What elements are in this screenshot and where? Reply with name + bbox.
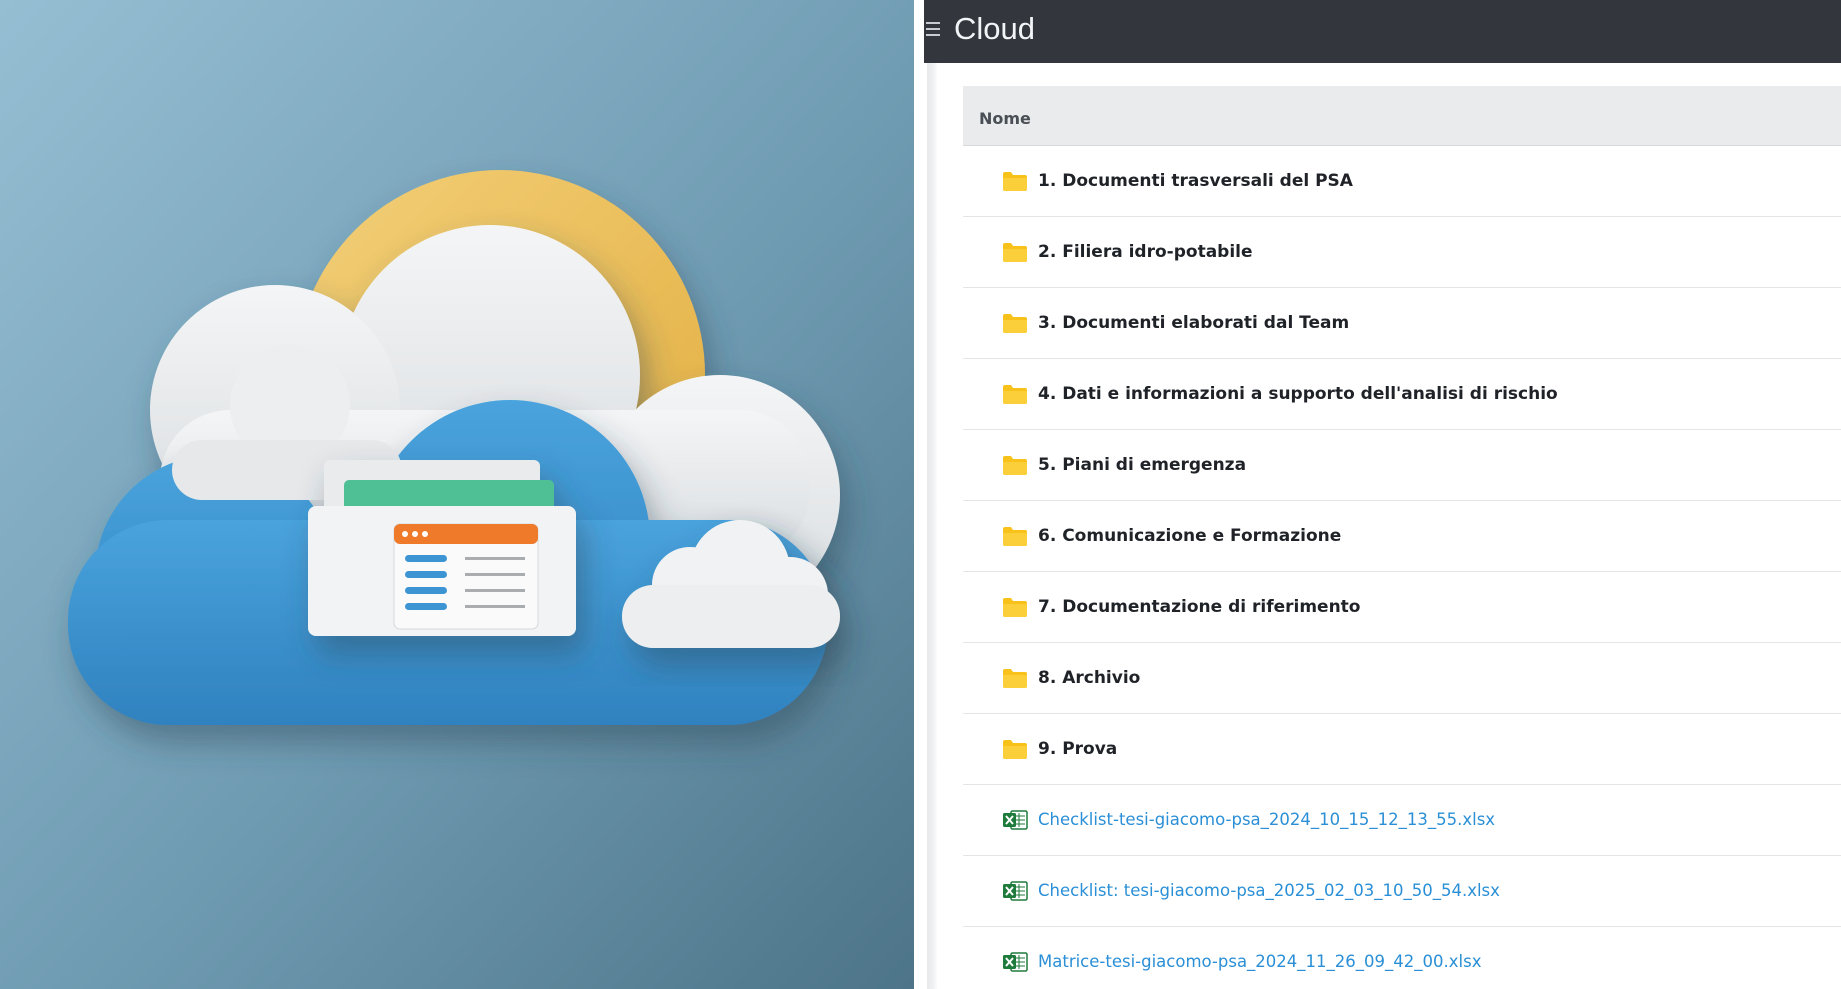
folder-name: 1. Documenti trasversali del PSA <box>1038 171 1353 191</box>
folder-name: 7. Documentazione di riferimento <box>1038 597 1361 617</box>
top-bar: Cloud <box>924 0 1841 63</box>
folder-name: 4. Dati e informazioni a supporto dell'a… <box>1038 384 1558 404</box>
table-row-folder[interactable]: 3. Documenti elaborati dal Team <box>963 288 1841 359</box>
folder-icon <box>1003 527 1027 546</box>
table-row-folder[interactable]: 2. Filiera idro-potabile <box>963 217 1841 288</box>
table-row-folder[interactable]: 9. Prova <box>963 714 1841 785</box>
folder-name: 9. Prova <box>1038 739 1118 759</box>
panel-divider <box>914 0 924 989</box>
table-row-file[interactable]: Checklist: tesi-giacomo-psa_2025_02_03_1… <box>963 856 1841 927</box>
folder-icon <box>1003 456 1027 475</box>
table-row-folder[interactable]: 5. Piani di emergenza <box>963 430 1841 501</box>
page-title: Cloud <box>954 11 1035 46</box>
folder-name: 6. Comunicazione e Formazione <box>1038 526 1342 546</box>
folder-icon <box>1003 669 1027 688</box>
file-name-link[interactable]: Checklist: tesi-giacomo-psa_2025_02_03_1… <box>1038 880 1500 902</box>
table-row-folder[interactable]: 7. Documentazione di riferimento <box>963 572 1841 643</box>
folder-name: 5. Piani di emergenza <box>1038 455 1247 475</box>
table-header: Nome <box>963 86 1841 146</box>
folder-icon <box>1003 172 1027 191</box>
cloud-storage-illustration <box>0 0 914 989</box>
file-table: Nome 1. Documenti trasversali del PSA 2.… <box>963 86 1841 989</box>
file-name-link[interactable]: Matrice-tesi-giacomo-psa_2024_11_26_09_4… <box>1038 951 1482 973</box>
folder-icon <box>1003 243 1027 262</box>
cloud-illustration-svg <box>0 0 914 989</box>
file-browser-panel: Cloud Nome 1. Documenti trasversali del … <box>924 0 1841 989</box>
folder-icon <box>1003 314 1027 333</box>
folder-icon <box>1003 598 1027 617</box>
column-header-name[interactable]: Nome <box>979 109 1031 128</box>
table-row-file[interactable]: Matrice-tesi-giacomo-psa_2024_11_26_09_4… <box>963 927 1841 989</box>
table-row-file[interactable]: Checklist-tesi-giacomo-psa_2024_10_15_12… <box>963 785 1841 856</box>
folder-icon <box>1003 740 1027 759</box>
hamburger-menu-icon[interactable] <box>926 22 940 38</box>
folder-document-icon <box>308 460 576 636</box>
table-row-folder[interactable]: 6. Comunicazione e Formazione <box>963 501 1841 572</box>
sidebar-edge <box>927 63 938 989</box>
folder-name: 3. Documenti elaborati dal Team <box>1038 313 1350 333</box>
folder-name: 2. Filiera idro-potabile <box>1038 242 1253 262</box>
folder-name: 8. Archivio <box>1038 668 1141 688</box>
table-row-folder[interactable]: 4. Dati e informazioni a supporto dell'a… <box>963 359 1841 430</box>
excel-icon <box>1003 810 1028 830</box>
excel-icon <box>1003 881 1028 901</box>
folder-icon <box>1003 385 1027 404</box>
table-row-folder[interactable]: 1. Documenti trasversali del PSA <box>963 146 1841 217</box>
excel-icon <box>1003 952 1028 972</box>
table-row-folder[interactable]: 8. Archivio <box>963 643 1841 714</box>
file-name-link[interactable]: Checklist-tesi-giacomo-psa_2024_10_15_12… <box>1038 809 1495 831</box>
